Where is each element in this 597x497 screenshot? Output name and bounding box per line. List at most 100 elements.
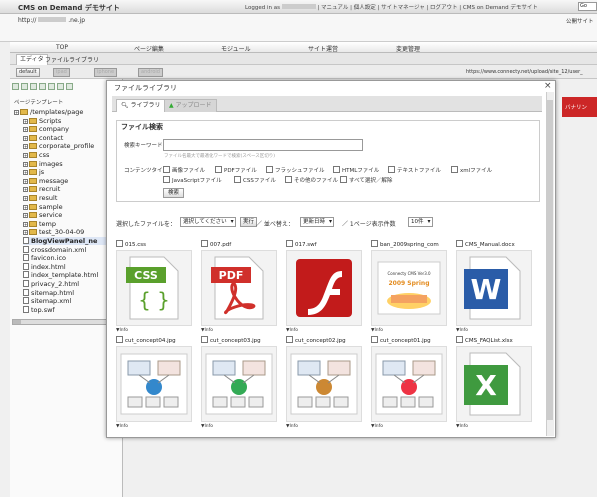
tree-folder[interactable]: + sample	[23, 203, 63, 211]
nav-tab-page-edit[interactable]: ページ編集	[134, 44, 164, 53]
expand-icon[interactable]: +	[23, 153, 28, 158]
file-card-title[interactable]: ban_2009spring_com	[371, 240, 453, 248]
file-thumbnail[interactable]: Connecty CMS Ver3.0 2009 Spring	[371, 250, 447, 326]
expand-icon[interactable]: +	[23, 204, 28, 210]
type-checkbox-pdf[interactable]: PDFファイル	[215, 166, 257, 174]
tree-file[interactable]: sitemap.html	[23, 288, 74, 297]
tree-folder[interactable]: + service	[23, 211, 62, 219]
file-card-title[interactable]: 015.css	[116, 240, 198, 248]
sort-select[interactable]: 更新日時	[300, 217, 335, 227]
expand-icon[interactable]: +	[23, 118, 28, 124]
file-thumbnail[interactable]	[286, 250, 362, 326]
tree-scrollbar-thumb[interactable]	[13, 320, 21, 324]
expand-icon[interactable]: +	[23, 127, 28, 133]
device-ipad-button[interactable]: ipad	[53, 68, 70, 77]
subtab-file-library[interactable]: ファイルライブラリ	[42, 55, 102, 64]
file-info-toggle[interactable]: ▼Info	[371, 328, 383, 333]
dialog-scrollbar-thumb[interactable]	[547, 100, 553, 420]
tree-toolbar[interactable]	[12, 83, 75, 92]
type-checkbox-select-all[interactable]: すべて選択／解除	[340, 176, 392, 184]
run-button[interactable]: 実行	[240, 217, 258, 227]
search-button[interactable]: 検索	[163, 188, 185, 198]
site-select[interactable]: Go	[578, 2, 597, 11]
file-card-title[interactable]: cut_concept03.jpg	[201, 336, 283, 344]
top-links-text[interactable]: | マニュアル | 個人設定 | サイトマネージャ | ログアウト |	[317, 5, 461, 11]
type-checkbox-css[interactable]: CSSファイル	[234, 176, 276, 184]
new-page-icon[interactable]	[21, 83, 28, 90]
type-checkbox-javascript[interactable]: JavaScriptファイル	[163, 176, 222, 184]
expand-icon[interactable]: +	[23, 178, 28, 184]
nav-tab-change-mgmt[interactable]: 変更管理	[396, 44, 420, 53]
tree-folder[interactable]: + recruit	[23, 185, 60, 193]
type-checkbox-xml[interactable]: xmlファイル	[451, 166, 492, 174]
expand-icon[interactable]: +	[23, 170, 28, 176]
close-icon[interactable]: ×	[544, 81, 552, 91]
device-android-button[interactable]: android	[138, 68, 163, 77]
top-links[interactable]: Logged in as | マニュアル | 個人設定 | サイトマネージャ |…	[245, 3, 538, 11]
tree-folder[interactable]: + contact	[23, 134, 63, 142]
file-card-title[interactable]: cut_concept04.jpg	[116, 336, 198, 344]
file-card-title[interactable]: 007.pdf	[201, 240, 283, 248]
file-thumbnail[interactable]: X	[456, 346, 532, 422]
tree-folder[interactable]: + css	[23, 151, 49, 159]
file-info-toggle[interactable]: ▼Info	[286, 328, 298, 333]
expand-icon[interactable]: +	[23, 161, 28, 167]
tree-file[interactable]: index.html	[23, 262, 66, 271]
file-thumbnail[interactable]: W	[456, 250, 532, 326]
nav-tab-module[interactable]: モジュール	[221, 44, 251, 53]
tree-folder[interactable]: + message	[23, 177, 68, 185]
tree-file[interactable]: index_template.html	[23, 271, 98, 279]
tab-library[interactable]: 🔍︎ ライブラリ	[116, 99, 166, 112]
tree-file[interactable]: favicon.ico	[23, 254, 66, 262]
tree-folder[interactable]: + images	[23, 160, 63, 168]
expand-icon[interactable]: +	[23, 135, 28, 141]
copy-icon[interactable]	[30, 83, 37, 90]
tree-file[interactable]: crossdomain.xml	[23, 245, 86, 254]
tab-upload[interactable]: ▲ アップロード	[164, 99, 217, 112]
expand-icon[interactable]: +	[23, 144, 28, 150]
delete-icon[interactable]	[48, 83, 55, 90]
expand-icon[interactable]: +	[23, 187, 28, 193]
file-thumbnail[interactable]	[286, 346, 362, 422]
file-info-toggle[interactable]: ▼Info	[456, 424, 468, 429]
publish-site-link[interactable]: 公開サイト	[566, 17, 594, 25]
file-info-toggle[interactable]: ▼Info	[456, 328, 468, 333]
type-checkbox-text[interactable]: テキストファイル	[388, 166, 441, 174]
file-thumbnail[interactable]	[116, 346, 192, 422]
type-checkbox-image[interactable]: 画像ファイル	[163, 166, 205, 174]
tree-folder[interactable]: + js	[23, 168, 44, 176]
tree-folder[interactable]: + /templates/page	[14, 108, 83, 116]
tree-folder[interactable]: + test_30-04-09	[23, 228, 84, 236]
type-checkbox-other[interactable]: その他のファイル	[285, 176, 338, 184]
nav-tab-top[interactable]: TOP	[56, 44, 68, 51]
file-thumbnail[interactable]: PDF	[201, 250, 277, 326]
type-checkbox-html[interactable]: HTMLファイル	[333, 166, 379, 174]
file-info-toggle[interactable]: ▼Info	[371, 424, 383, 429]
file-info-toggle[interactable]: ▼Info	[201, 328, 213, 333]
file-card-title[interactable]: CMS_FAQList.xlsx	[456, 336, 538, 344]
tree-folder[interactable]: + temp	[23, 220, 56, 228]
action-select[interactable]: 選択してください	[180, 217, 236, 227]
file-thumbnail[interactable]	[201, 346, 277, 422]
tree-file[interactable]: privacy_2.html	[23, 280, 79, 288]
refresh-icon[interactable]	[66, 83, 73, 90]
tree-file[interactable]: top.swf	[23, 305, 55, 314]
expand-icon[interactable]: +	[23, 221, 28, 227]
nav-tab-site-ops[interactable]: サイト運営	[308, 44, 338, 53]
expand-icon[interactable]: +	[23, 196, 28, 201]
file-info-toggle[interactable]: ▼Info	[201, 424, 213, 429]
tree-folder[interactable]: + company	[23, 125, 69, 133]
file-info-toggle[interactable]: ▼Info	[286, 424, 298, 429]
file-card-title[interactable]: cut_concept02.jpg	[286, 336, 368, 344]
file-card-title[interactable]: CMS_Manual.docx	[456, 240, 538, 248]
file-thumbnail[interactable]	[371, 346, 447, 422]
file-thumbnail[interactable]: CSS { }	[116, 250, 192, 326]
upload-icon[interactable]	[39, 83, 46, 90]
tree-file[interactable]: sitemap.xml	[23, 297, 71, 305]
device-default-button[interactable]: default	[16, 68, 40, 77]
file-card-title[interactable]: cut_concept01.jpg	[371, 336, 453, 344]
expand-icon[interactable]: +	[23, 213, 28, 219]
tree-folder[interactable]: + Scripts	[23, 117, 61, 125]
file-info-toggle[interactable]: ▼Info	[116, 424, 128, 429]
device-iphone-button[interactable]: iphone	[94, 68, 118, 77]
